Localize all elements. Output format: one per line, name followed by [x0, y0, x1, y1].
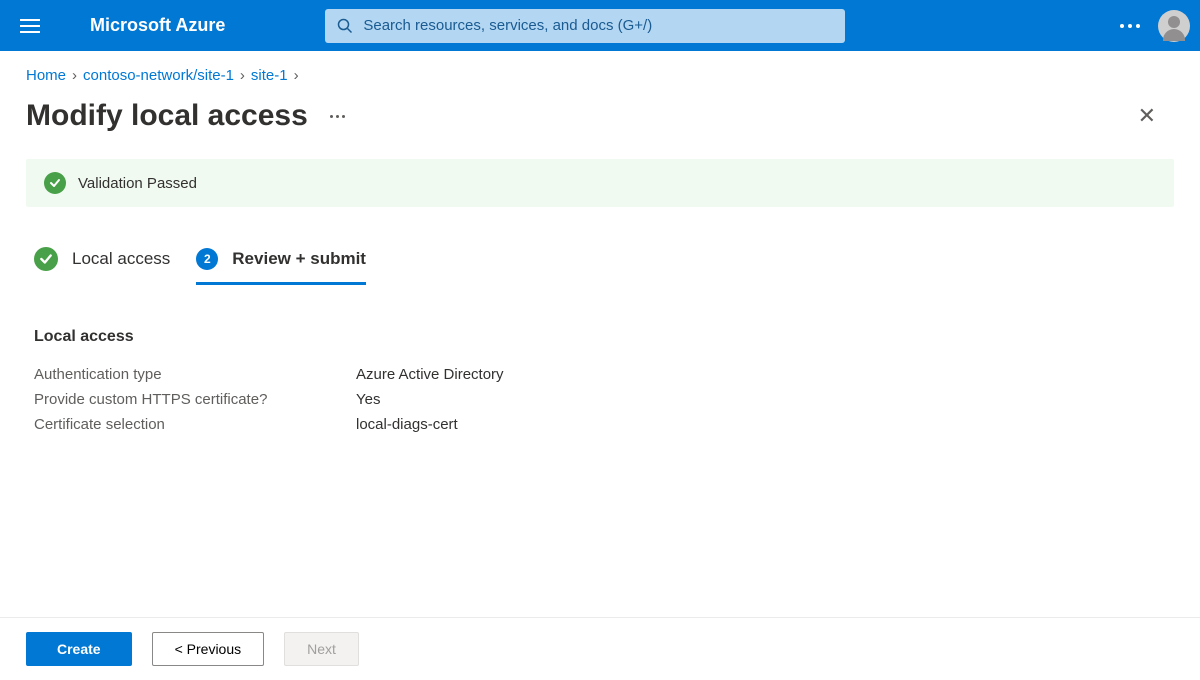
- field-value: Yes: [356, 391, 380, 408]
- breadcrumb: Home › contoso-network/site-1 › site-1 ›: [0, 51, 1200, 92]
- field-value: Azure Active Directory: [356, 366, 504, 383]
- page-title: Modify local access: [26, 99, 308, 133]
- global-search-input[interactable]: Search resources, services, and docs (G+…: [325, 9, 845, 43]
- chevron-right-icon: ›: [294, 67, 299, 84]
- chevron-right-icon: ›: [240, 67, 245, 84]
- previous-button[interactable]: < Previous: [152, 632, 265, 666]
- wizard-steps: Local access 2 Review + submit: [26, 207, 1174, 286]
- field-label: Authentication type: [34, 366, 356, 383]
- breadcrumb-link-home[interactable]: Home: [26, 67, 66, 84]
- close-icon[interactable]: ✕: [1120, 97, 1174, 135]
- search-icon: [337, 18, 353, 34]
- main-content: Validation Passed Local access 2 Review …: [0, 159, 1200, 617]
- section-title: Local access: [26, 286, 1174, 362]
- step-number-badge: 2: [196, 248, 218, 270]
- field-value: local-diags-cert: [356, 416, 458, 433]
- field-label: Provide custom HTTPS certificate?: [34, 391, 356, 408]
- step-local-access[interactable]: Local access: [34, 247, 170, 286]
- check-circle-icon: [34, 247, 58, 271]
- breadcrumb-link-network[interactable]: contoso-network/site-1: [83, 67, 234, 84]
- search-placeholder: Search resources, services, and docs (G+…: [363, 17, 652, 34]
- table-row: Certificate selection local-diags-cert: [34, 412, 1174, 437]
- breadcrumb-link-site[interactable]: site-1: [251, 67, 288, 84]
- header-more-icon[interactable]: [1120, 24, 1140, 28]
- step-label: Review + submit: [232, 249, 366, 269]
- review-table: Authentication type Azure Active Directo…: [26, 362, 1174, 437]
- step-label: Local access: [72, 249, 170, 269]
- brand-title[interactable]: Microsoft Azure: [90, 15, 225, 36]
- next-button: Next: [284, 632, 359, 666]
- table-row: Authentication type Azure Active Directo…: [34, 362, 1174, 387]
- validation-banner: Validation Passed: [26, 159, 1174, 207]
- avatar[interactable]: [1158, 10, 1190, 42]
- hamburger-menu-icon[interactable]: [20, 19, 60, 33]
- title-row: Modify local access ✕: [0, 92, 1200, 159]
- chevron-right-icon: ›: [72, 67, 77, 84]
- table-row: Provide custom HTTPS certificate? Yes: [34, 387, 1174, 412]
- wizard-footer: Create < Previous Next: [0, 617, 1200, 680]
- step-review-submit[interactable]: 2 Review + submit: [196, 248, 366, 285]
- top-bar: Microsoft Azure Search resources, servic…: [0, 0, 1200, 51]
- title-more-icon[interactable]: [330, 115, 345, 118]
- field-label: Certificate selection: [34, 416, 356, 433]
- create-button[interactable]: Create: [26, 632, 132, 666]
- check-circle-icon: [44, 172, 66, 194]
- validation-text: Validation Passed: [78, 175, 197, 192]
